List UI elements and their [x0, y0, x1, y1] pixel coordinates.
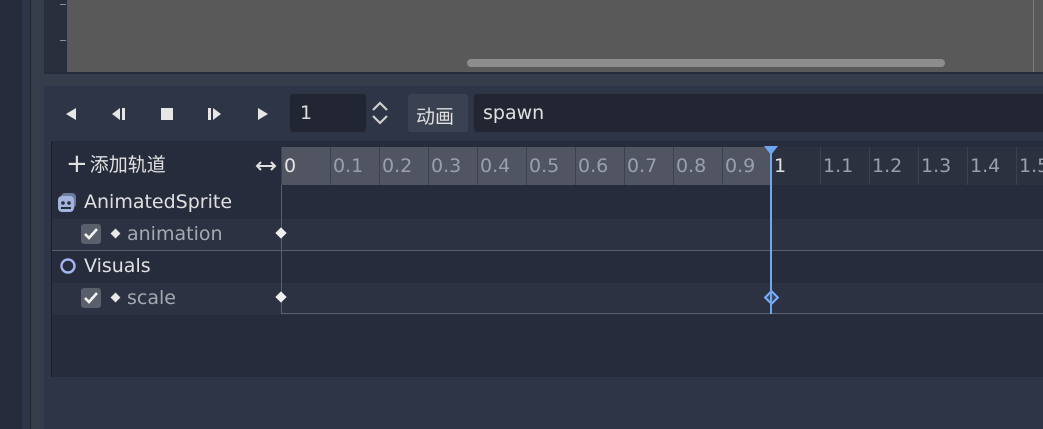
- viewport-guide-line: [1033, 0, 1034, 72]
- ruler-label: 0.4: [480, 155, 511, 177]
- frame-value[interactable]: 1: [300, 102, 312, 124]
- dock-splitter[interactable]: [22, 0, 30, 429]
- horizontal-scrollbar[interactable]: [467, 59, 945, 67]
- step-back-button[interactable]: [104, 98, 134, 130]
- ruler-tick: [575, 147, 576, 185]
- ruler-label: 1.4: [970, 155, 1001, 177]
- ruler-label: 1.3: [921, 155, 952, 177]
- spinbox-arrows[interactable]: [368, 96, 392, 130]
- add-track-label: 添加轨道: [89, 154, 166, 176]
- stop-icon: [161, 108, 173, 120]
- ruler-tick: [673, 147, 674, 185]
- viewport-vertical-ruler: [44, 0, 66, 72]
- step-forward-icon: [208, 108, 221, 120]
- animation-select[interactable]: [474, 94, 1043, 132]
- play-button[interactable]: [248, 98, 278, 130]
- track-row-scale[interactable]: [52, 283, 1043, 315]
- play-backward-button[interactable]: [56, 98, 86, 130]
- ruler-tick: [477, 147, 478, 185]
- animated-sprite-icon: [58, 193, 76, 212]
- checkmark-icon: [84, 228, 98, 240]
- ruler-label: 0.8: [676, 155, 707, 177]
- ruler-tick: [281, 147, 282, 185]
- track-enable-checkbox[interactable]: [81, 224, 101, 244]
- up-down-arrows-icon: [372, 101, 388, 125]
- ruler-label: 0.5: [529, 155, 560, 177]
- checkmark-icon: [84, 292, 98, 304]
- play-backward-icon: [66, 108, 76, 120]
- dock-divider: [30, 0, 31, 429]
- playhead[interactable]: [770, 150, 772, 314]
- ruler-tick: [722, 147, 723, 185]
- tracks-bottom-divider: [281, 313, 1043, 314]
- ruler-label: 0.6: [578, 155, 609, 177]
- group-row-visuals[interactable]: [52, 251, 1043, 283]
- left-dock: [0, 0, 22, 429]
- track-name: scale: [127, 287, 176, 309]
- ruler-label: 1.5: [1019, 155, 1043, 177]
- ruler-label: 1.1: [823, 155, 854, 177]
- plus-icon: +: [66, 148, 88, 179]
- ruler-tick: [379, 147, 380, 185]
- step-back-icon: [112, 108, 125, 120]
- ruler-label: 0.7: [627, 155, 658, 177]
- ruler-label: 0.9: [725, 155, 756, 177]
- ruler-tick: [820, 147, 821, 185]
- zoom-fit-icon[interactable]: [254, 156, 278, 176]
- ruler-label: 1: [774, 155, 787, 177]
- ruler-tick: [330, 147, 331, 185]
- animation-menu-label: 动画: [416, 106, 455, 128]
- group-name: Visuals: [84, 255, 151, 277]
- track-name: animation: [127, 223, 223, 245]
- ruler-tick: [869, 147, 870, 185]
- ruler-tick: [60, 4, 66, 5]
- ruler-tick: [526, 147, 527, 185]
- ruler-label: 0.3: [431, 155, 462, 177]
- ruler-tick: [967, 147, 968, 185]
- ruler-tick: [60, 40, 66, 41]
- ruler-label: 0.2: [382, 155, 413, 177]
- ruler-label: 0.1: [333, 155, 364, 177]
- ruler-tick: [624, 147, 625, 185]
- ruler-tick: [428, 147, 429, 185]
- group-name: AnimatedSprite: [84, 191, 233, 213]
- play-icon: [258, 108, 268, 120]
- stop-button[interactable]: [152, 98, 182, 130]
- ruler-tick: [1016, 147, 1017, 185]
- add-track-button[interactable]: + 添加轨道: [66, 150, 166, 177]
- track-enable-checkbox[interactable]: [81, 288, 101, 308]
- animation-name: spawn: [483, 102, 545, 124]
- ruler-label: 1.2: [872, 155, 903, 177]
- ruler-tick: [918, 147, 919, 185]
- step-forward-button[interactable]: [199, 98, 229, 130]
- ruler-label: 0: [284, 155, 297, 177]
- node2d-circle-icon: [60, 258, 76, 274]
